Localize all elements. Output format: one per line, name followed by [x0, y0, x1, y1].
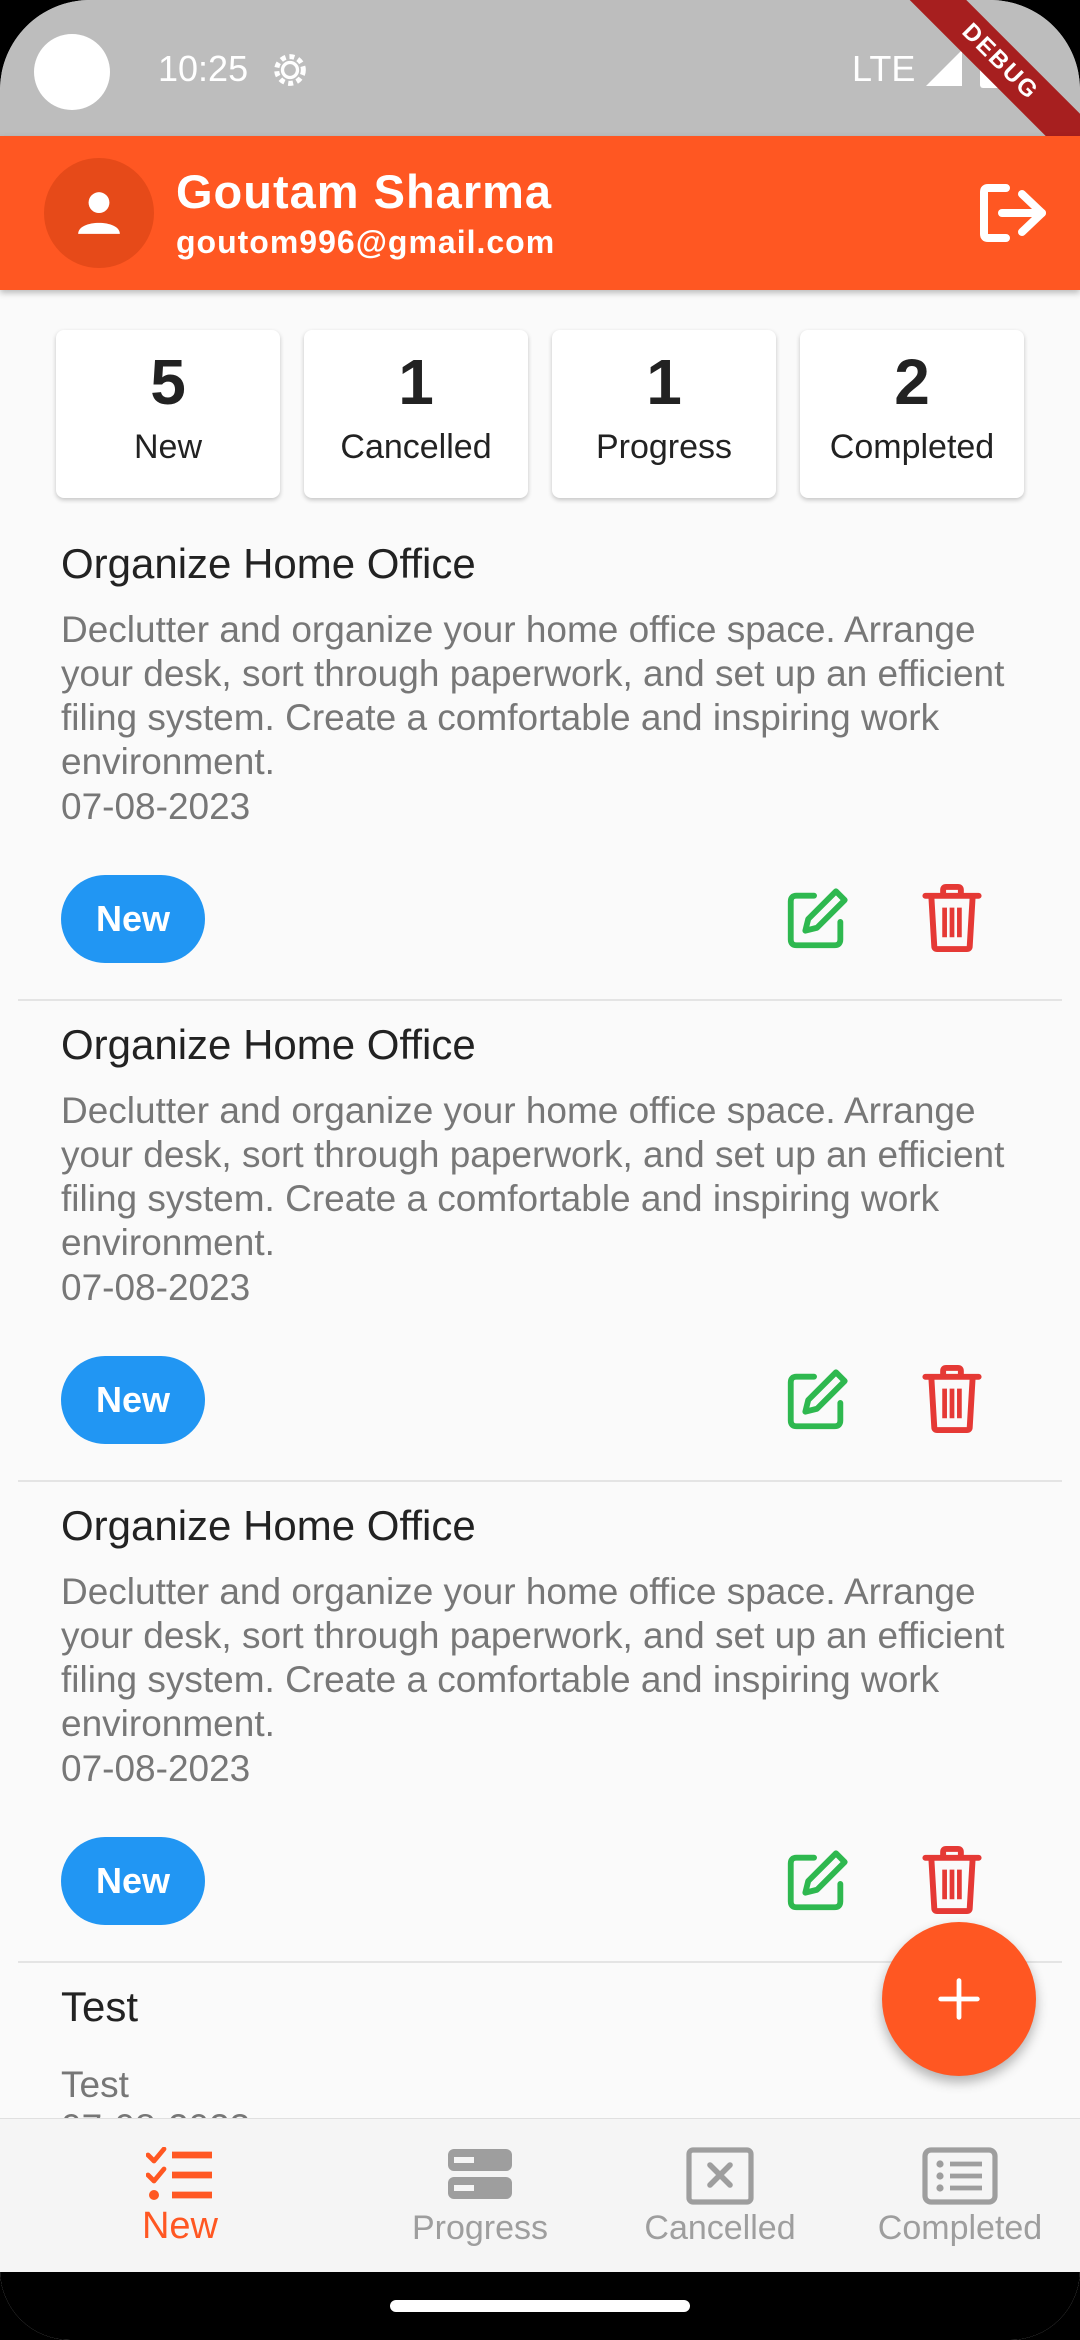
- task-title: Test: [61, 1983, 139, 2030]
- task-title: Organize Home Office: [61, 1502, 476, 1549]
- camera-cutout: [34, 34, 110, 110]
- summary-card-completed: 2 Completed: [800, 330, 1024, 498]
- task-description: Test: [61, 2064, 129, 2105]
- task-item: Organize Home Office Declutter and organ…: [18, 520, 1062, 1001]
- task-description: Declutter and organize your home office …: [61, 609, 1005, 782]
- person-icon: [78, 192, 120, 234]
- checklist-icon: [146, 2147, 212, 2200]
- nav-item-new[interactable]: New: [80, 2119, 280, 2273]
- status-time: 10:25: [158, 48, 249, 89]
- user-email: goutom996@gmail.com: [176, 224, 556, 260]
- summary-label: Progress: [595, 428, 733, 466]
- status-bar: 10:25 LTE DEBUG: [0, 0, 1080, 183]
- task-title: Organize Home Office: [61, 1021, 476, 1068]
- cancel-box-icon: [686, 2147, 754, 2205]
- user-name: Goutam Sharma: [176, 165, 553, 218]
- nav-item-cancelled[interactable]: Cancelled: [620, 2119, 820, 2273]
- task-item: Organize Home Office Declutter and organ…: [18, 1482, 1062, 1963]
- task-list[interactable]: Organize Home Office Declutter and organ…: [0, 520, 1080, 2120]
- delete-icon[interactable]: [922, 884, 982, 952]
- edit-icon[interactable]: [782, 884, 852, 954]
- edit-icon[interactable]: [782, 1846, 852, 1916]
- delete-icon[interactable]: [922, 1365, 982, 1433]
- task-description: Declutter and organize your home office …: [61, 1090, 1005, 1263]
- delete-icon[interactable]: [922, 1846, 982, 1914]
- phone-screen: 10:25 LTE DEBUG Goutam Sharma goutom996@…: [0, 0, 1080, 2340]
- add-task-button[interactable]: [882, 1922, 1036, 2076]
- task-date: 07-08-2023: [61, 1748, 251, 1789]
- summary-count: 2: [894, 346, 930, 418]
- system-navigation-bar: [0, 2272, 1080, 2340]
- signal-icon: [926, 50, 962, 86]
- plus-icon: [938, 1978, 980, 2020]
- storage-icon: [448, 2149, 512, 2199]
- home-indicator[interactable]: [390, 2300, 690, 2312]
- app-bar: Goutam Sharma goutom996@gmail.com: [0, 136, 1080, 290]
- summary-card-progress: 1 Progress: [552, 330, 776, 498]
- summary-label: Cancelled: [340, 428, 492, 466]
- nav-item-completed[interactable]: Completed: [860, 2119, 1060, 2273]
- status-badge: New: [61, 875, 205, 963]
- summary-count: 5: [150, 346, 186, 418]
- status-badge: New: [61, 1356, 205, 1444]
- logout-icon[interactable]: [978, 182, 1048, 244]
- status-badge: New: [61, 1837, 205, 1925]
- task-item: Organize Home Office Declutter and organ…: [18, 1001, 1062, 1482]
- summary-cards: 5 New 1 Cancelled 1 Progress 2 Completed: [56, 330, 1024, 498]
- task-title: Organize Home Office: [61, 540, 476, 587]
- network-type: LTE: [852, 48, 916, 89]
- summary-count: 1: [398, 346, 434, 418]
- nav-label: Progress: [411, 2209, 549, 2247]
- summary-card-cancelled: 1 Cancelled: [304, 330, 528, 498]
- bottom-navigation: New Progress Cancelled Completed: [0, 2118, 1080, 2272]
- task-description: Declutter and organize your home office …: [61, 1571, 1005, 1744]
- edit-icon[interactable]: [782, 1365, 852, 1435]
- nav-label: Completed: [877, 2209, 1043, 2247]
- summary-label: Completed: [829, 428, 995, 466]
- task-date: 07-08-2023: [61, 1267, 251, 1308]
- summary-card-new: 5 New: [56, 330, 280, 498]
- nav-label: New: [141, 2205, 219, 2247]
- summary-count: 1: [646, 346, 682, 418]
- summary-label: New: [133, 428, 203, 466]
- nav-label: Cancelled: [644, 2209, 796, 2247]
- nav-item-progress[interactable]: Progress: [380, 2119, 580, 2273]
- settings-gear-icon: [274, 54, 306, 86]
- list-alt-icon: [922, 2147, 998, 2205]
- avatar[interactable]: [44, 158, 154, 268]
- task-date: 07-08-2023: [61, 786, 251, 827]
